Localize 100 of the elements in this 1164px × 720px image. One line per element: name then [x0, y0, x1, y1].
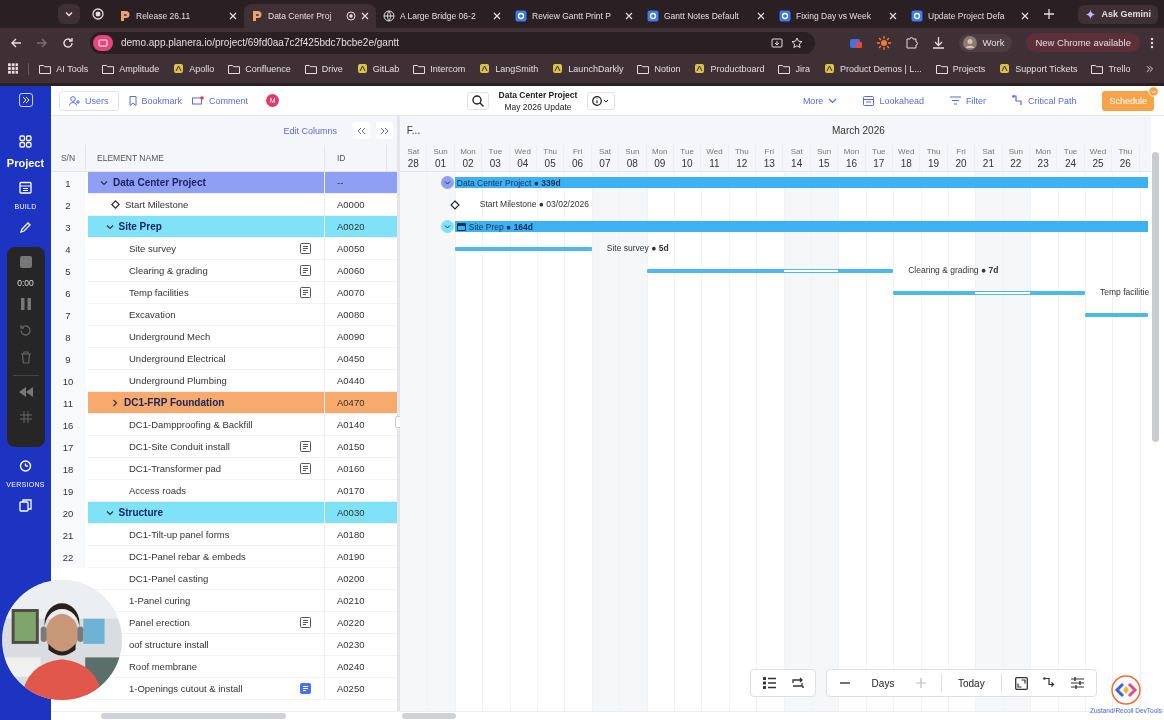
bookmark-button[interactable]: Bookmark: [128, 95, 183, 106]
row-number: 1: [51, 172, 85, 194]
bookmark-link[interactable]: GitLab: [356, 63, 400, 74]
column-header[interactable]: ELEMENT NAME: [85, 145, 324, 171]
bar-label: Site Prep ● 164d: [468, 221, 533, 232]
project-label[interactable]: Project: [6, 157, 45, 169]
id-cell: A0030: [324, 502, 397, 524]
month-label: March 2026: [832, 125, 885, 136]
critical-path-button[interactable]: Critical Path: [1011, 95, 1077, 106]
day-header: Sat 28: [400, 145, 428, 171]
bookmark-link[interactable]: Jira: [778, 63, 810, 74]
column-header[interactable]: S/N: [51, 153, 85, 163]
day-header: Fri 13: [756, 145, 784, 171]
row-number: 21: [51, 524, 85, 546]
bookmark-link[interactable]: Drive: [304, 63, 343, 74]
element-name[interactable]: Underground Mech: [129, 331, 211, 342]
group-row[interactable]: Data Center Project: [88, 172, 324, 194]
day-header: Tue 10: [673, 145, 702, 171]
element-name[interactable]: oof structure install: [129, 639, 209, 650]
day-header: Mon 02: [454, 145, 483, 171]
comment-button[interactable]: Comment: [192, 95, 249, 106]
row-number: 7: [51, 304, 85, 326]
bookmark-link[interactable]: Trello: [1091, 63, 1131, 74]
scale-label: Days: [870, 677, 896, 689]
element-name[interactable]: Clearing & grading: [129, 265, 208, 276]
bookmark-link[interactable]: Productboard: [694, 63, 765, 74]
bookmark-link[interactable]: Apollo: [173, 63, 215, 74]
bookmark-link[interactable]: Notion: [637, 63, 681, 74]
element-name[interactable]: Access roads: [129, 485, 187, 496]
bookmark-link[interactable]: Intercom: [413, 63, 466, 74]
bookmark-link[interactable]: LangSmith: [479, 63, 539, 74]
bookmark-link[interactable]: AI Tools: [39, 63, 89, 74]
bookmark-link[interactable]: LaunchDarkly: [552, 63, 624, 74]
bookmark-link[interactable]: Product Demos | L...: [823, 63, 922, 74]
bookmark-label: Productboard: [710, 63, 765, 74]
browser-tab[interactable]: Gantt Notes Default: [640, 4, 772, 28]
profile-button[interactable]: Work: [959, 33, 1013, 52]
element-name[interactable]: Temp facilities: [129, 287, 189, 298]
element-name[interactable]: 1-Panel curing: [129, 595, 191, 606]
filter-button[interactable]: Filter: [949, 95, 986, 106]
day-header: Mon 23: [1030, 145, 1058, 171]
group-name: DC1-FRP Foundation: [124, 397, 225, 408]
element-name[interactable]: DC1-Site Conduit install: [129, 441, 230, 452]
element-name[interactable]: DC1-Dampproofing & Backfill: [129, 419, 253, 430]
bookmark-label: Confluence: [245, 63, 291, 74]
day-header: Sun 15: [810, 145, 839, 171]
recording-time: 0:00: [17, 278, 34, 288]
bar-label: Temp facilitie: [1100, 287, 1150, 297]
edit-columns-link[interactable]: Edit Columns: [283, 125, 337, 136]
id-cell: --: [324, 172, 397, 194]
bookmark-link[interactable]: Confluence: [228, 63, 291, 74]
element-name[interactable]: DC1-Transformer pad: [129, 463, 222, 474]
users-button[interactable]: Users: [59, 90, 119, 111]
bookmark-link[interactable]: Support Tickets: [999, 63, 1078, 74]
column-header[interactable]: ID: [324, 145, 386, 171]
element-name[interactable]: DC1-Panel rebar & embeds: [129, 551, 246, 562]
element-name[interactable]: DC1-Panel casting: [129, 573, 209, 584]
bookmark-label: GitLab: [372, 63, 400, 74]
element-name[interactable]: Underground Plumbing: [129, 375, 227, 386]
browser-tab[interactable]: Fixing Day vs Week: [772, 4, 904, 28]
tab-title: Release 26.11: [136, 11, 191, 21]
day-header: Mon 09: [646, 145, 674, 171]
element-name[interactable]: Start Milestone: [125, 199, 189, 210]
row-number: 18: [51, 458, 85, 480]
element-name[interactable]: Roof membrane: [129, 661, 198, 672]
browser-tab[interactable]: Update Project Defa: [904, 4, 1036, 28]
day-header: Sun 08: [619, 145, 647, 171]
tab-title: Review Gantt Print P: [532, 11, 611, 21]
row-number: 4: [51, 238, 85, 260]
element-name[interactable]: 1-Openings cutout & install: [129, 683, 243, 694]
day-header: Mon 16: [838, 145, 866, 171]
browser-tab[interactable]: Review Gantt Print P: [508, 4, 640, 28]
summary-bar[interactable]: Data Center Project ● 339d: [454, 177, 1148, 188]
element-name[interactable]: DC1-Tilt-up panel forms: [129, 529, 230, 540]
browser-tab[interactable]: Release 26.11: [112, 4, 244, 28]
bookmark-link[interactable]: Projects: [935, 63, 986, 74]
element-name[interactable]: Underground Electrical: [129, 353, 226, 364]
tab-title: Gantt Notes Default: [664, 11, 739, 21]
gemini-button[interactable]: Ask Gemini: [1078, 4, 1158, 24]
group-row[interactable]: Structure: [88, 502, 324, 524]
today-button[interactable]: Today: [950, 672, 993, 694]
browser-tab[interactable]: A Large Bridge 06-2: [376, 4, 508, 28]
group-row[interactable]: DC1-FRP Foundation: [88, 392, 324, 414]
bookmark-label: LaunchDarkly: [568, 63, 624, 74]
element-name[interactable]: Excavation: [129, 309, 176, 320]
bookmark-link[interactable]: Amplitude: [102, 63, 160, 74]
more-button[interactable]: More: [802, 95, 838, 106]
element-name[interactable]: Panel erection: [129, 617, 190, 628]
update-button[interactable]: New Chrome available: [1026, 33, 1140, 52]
bookmark-label: Jira: [795, 63, 810, 74]
address-bar[interactable]: demo.app.planera.io/project/69fd0aa7c2f425bdc7bcbe2e/gantt: [90, 31, 816, 54]
group-row[interactable]: Site Prep: [88, 216, 324, 238]
summary-bar[interactable]: Site Prep ● 164d: [454, 221, 1148, 232]
tab-title: A Large Bridge 06-2: [400, 11, 476, 21]
browser-tab[interactable]: Data Center Proj: [244, 4, 376, 28]
month-label: F...: [405, 125, 422, 136]
tab-title: Update Project Defa: [928, 11, 1005, 21]
element-name[interactable]: Site survey: [129, 243, 176, 254]
id-cell: A0470: [324, 392, 397, 414]
lookahead-button[interactable]: Lookahead: [863, 95, 924, 106]
